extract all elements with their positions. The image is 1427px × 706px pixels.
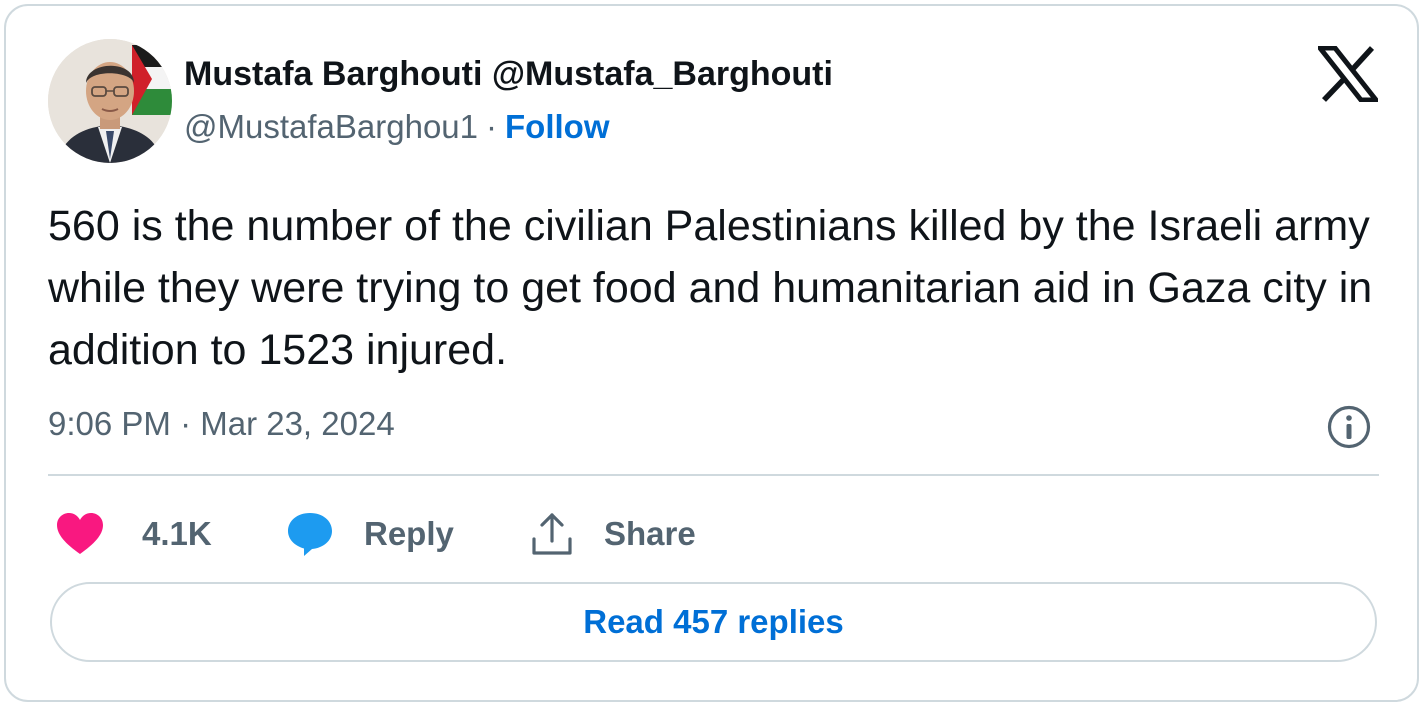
share-upload-icon: [532, 513, 572, 555]
reply-button[interactable]: Reply: [286, 504, 454, 564]
author-display-name[interactable]: Mustafa Barghouti @Mustafa_Barghouti: [184, 54, 833, 94]
divider: [48, 474, 1379, 476]
tweet-timestamp[interactable]: 9:06 PM · Mar 23, 2024: [48, 404, 395, 444]
heart-icon: [57, 513, 103, 554]
tweet-card: Mustafa Barghouti @Mustafa_Barghouti @Mu…: [4, 4, 1419, 702]
author-handle[interactable]: @MustafaBarghou1: [184, 108, 478, 145]
like-button[interactable]: 4.1K: [56, 504, 212, 564]
read-replies-button[interactable]: Read 457 replies: [50, 582, 1377, 662]
reply-label: Reply: [364, 515, 454, 552]
author-handle-row: @MustafaBarghou1 · Follow: [184, 107, 610, 147]
like-count: 4.1K: [142, 515, 212, 552]
separator-dot: ·: [486, 108, 498, 145]
share-label: Share: [604, 515, 696, 552]
tweet-text: 560 is the number of the civilian Palest…: [48, 202, 1373, 374]
follow-button[interactable]: Follow: [505, 108, 609, 145]
info-icon[interactable]: [1326, 404, 1372, 450]
share-button[interactable]: Share: [530, 504, 696, 564]
avatar-image: [48, 39, 172, 163]
x-logo-icon[interactable]: [1314, 45, 1382, 103]
speech-bubble-icon: [288, 513, 332, 556]
author-avatar[interactable]: [48, 39, 172, 163]
